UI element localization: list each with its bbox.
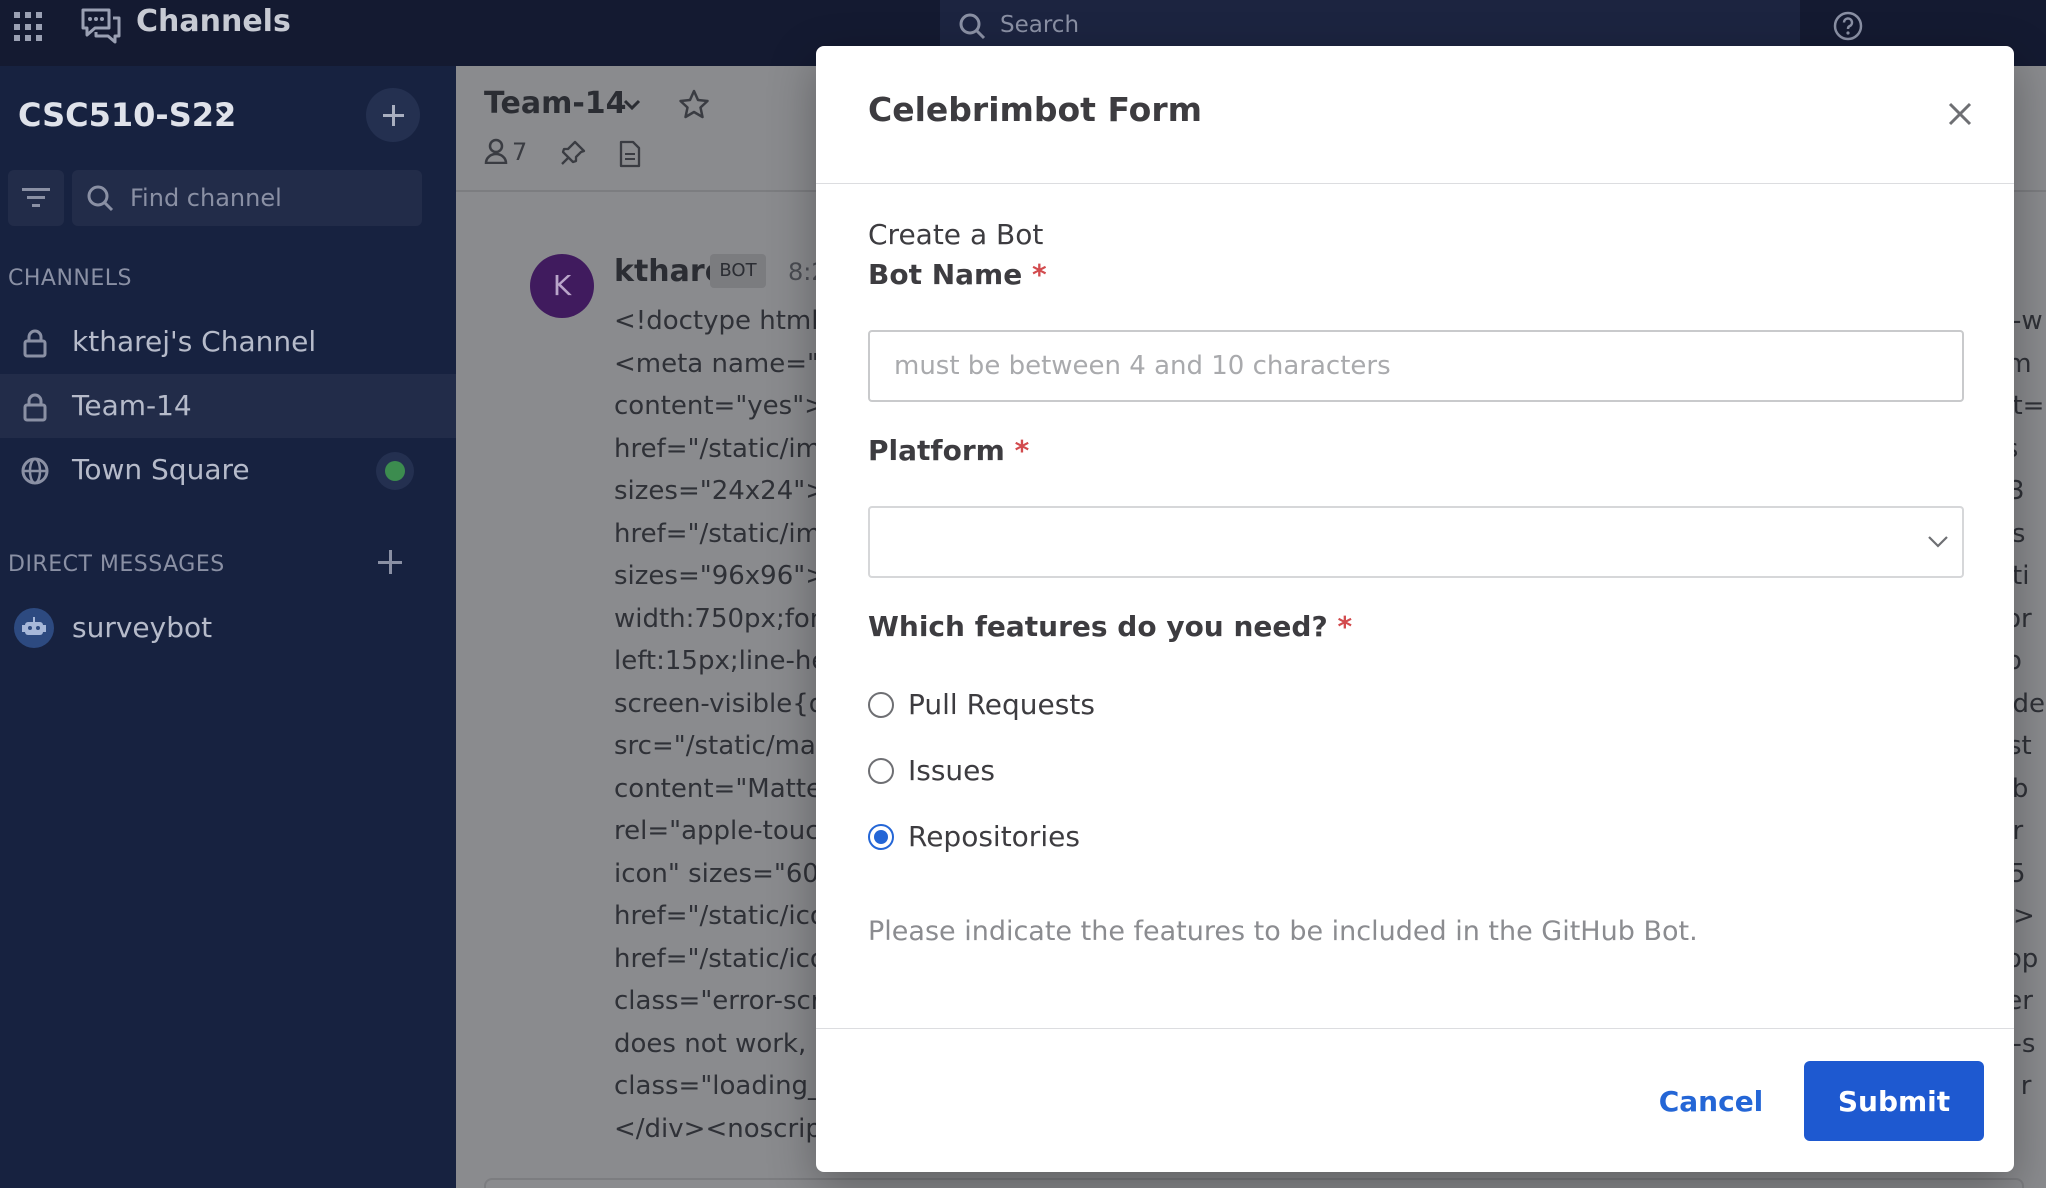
bot-name-label-text: Bot Name	[868, 258, 1023, 291]
channels-section-header[interactable]: CHANNELS	[8, 266, 132, 291]
radio-label[interactable]: Issues	[908, 754, 995, 787]
sidebar-item-label: Team-14	[72, 389, 192, 422]
online-status-badge	[376, 452, 414, 490]
message-line: class="error-scre	[614, 986, 837, 1016]
global-search-input[interactable]: Search	[940, 0, 1800, 52]
message-line: <!doctype html>	[614, 306, 841, 336]
radio-button[interactable]	[868, 758, 894, 784]
message-line: content="Matter	[614, 773, 833, 804]
lock-icon	[23, 329, 47, 358]
chevron-down-icon[interactable]	[622, 98, 642, 112]
message-line: src="/static/mai	[614, 731, 824, 761]
message-composer[interactable]	[484, 1178, 2024, 1188]
star-icon[interactable]	[678, 88, 710, 120]
avatar[interactable]: K	[530, 254, 594, 318]
bot-tag-badge: BOT	[710, 254, 766, 288]
message-line: href="/static/ima	[614, 433, 837, 464]
channel-sidebar: CSC510-S22 Find channel CHANNELS ktharej…	[0, 66, 456, 1188]
message-line: content="yes"><	[614, 391, 848, 421]
add-channel-button[interactable]	[366, 88, 420, 142]
bot-avatar-icon	[14, 608, 54, 648]
post-message-body: <!doctype html> <meta name="r content="yes…	[614, 300, 849, 1150]
message-line: href="/static/ico	[614, 943, 826, 974]
message-line: screen-visible{di	[614, 688, 833, 719]
modal-header: Celebrimbot Form	[816, 46, 2014, 184]
required-marker: *	[1337, 610, 1353, 643]
radio-label[interactable]: Pull Requests	[908, 688, 1095, 721]
sidebar-item-team-14[interactable]: Team-14	[0, 374, 456, 438]
add-direct-message-button[interactable]	[376, 548, 406, 578]
radio-button[interactable]	[868, 692, 894, 718]
features-label: Which features do you need? *	[868, 610, 1352, 643]
find-channel-input[interactable]: Find channel	[72, 170, 422, 226]
app-title: Channels	[136, 4, 291, 39]
radio-button-selected[interactable]	[868, 824, 894, 850]
search-icon	[87, 185, 114, 212]
channels-chat-icon	[81, 8, 121, 44]
close-icon[interactable]	[1938, 92, 1982, 136]
submit-button[interactable]: Submit	[1804, 1061, 1984, 1141]
message-line: sizes="96x96"><	[614, 561, 849, 591]
message-line: left:15px;line-he	[614, 646, 828, 676]
platform-label-text: Platform	[868, 434, 1005, 467]
product-menu-icon[interactable]	[14, 12, 44, 42]
sidebar-item-surveybot[interactable]: surveybot	[0, 596, 456, 660]
message-line: <meta name="r	[614, 348, 830, 379]
sidebar-item-label: Town Square	[72, 453, 250, 486]
modal-footer: Cancel Submit	[816, 1028, 2014, 1172]
channel-title[interactable]: Team-14	[484, 86, 627, 121]
search-placeholder: Search	[1000, 12, 1080, 38]
chevron-down-icon	[1928, 536, 1948, 548]
search-icon	[959, 13, 986, 40]
message-line: href="/static/ima	[614, 518, 837, 549]
message-line: class="loading__	[614, 1071, 835, 1101]
required-marker: *	[1031, 258, 1047, 291]
message-line: rel="apple-touch	[614, 816, 836, 846]
member-count[interactable]: 7	[512, 138, 527, 166]
lock-icon	[23, 393, 47, 422]
sidebar-item-town-square[interactable]: Town Square	[0, 438, 456, 502]
globe-icon	[21, 457, 49, 485]
sidebar-item-ktharejs-channel[interactable]: ktharej's Channel	[0, 310, 456, 374]
member-icon[interactable]	[484, 138, 508, 164]
filter-icon[interactable]	[8, 170, 64, 226]
sidebar-item-label: surveybot	[72, 611, 213, 644]
message-line: icon" sizes="60x	[614, 858, 835, 889]
required-marker: *	[1014, 434, 1030, 467]
find-channel-placeholder: Find channel	[130, 184, 282, 212]
radio-label[interactable]: Repositories	[908, 820, 1080, 853]
features-help-text: Please indicate the features to be inclu…	[868, 916, 1698, 947]
cancel-button[interactable]: Cancel	[1636, 1061, 1786, 1141]
message-line: width:750px;fon	[614, 603, 827, 634]
message-line: href="/static/ico	[614, 901, 826, 931]
features-label-text: Which features do you need?	[868, 610, 1328, 643]
message-line: sizes="24x24"><	[614, 476, 849, 506]
form-intro-text: Create a Bot	[868, 218, 1044, 251]
bot-name-input[interactable]	[868, 330, 1964, 402]
direct-messages-section-header[interactable]: DIRECT MESSAGES	[8, 552, 225, 577]
modal-title: Celebrimbot Form	[868, 90, 1202, 129]
chevron-down-icon[interactable]	[214, 106, 234, 120]
team-name[interactable]: CSC510-S22	[18, 96, 236, 134]
help-icon[interactable]	[1832, 10, 1864, 42]
bot-name-label: Bot Name *	[868, 258, 1047, 291]
message-line: does not work, p	[614, 1028, 832, 1059]
file-icon[interactable]	[618, 140, 642, 168]
pin-icon[interactable]	[560, 140, 586, 166]
celebrimbot-form-dialog: Celebrimbot Form Create a Bot Bot Name *…	[816, 46, 2014, 1172]
platform-label: Platform *	[868, 434, 1029, 467]
platform-select[interactable]	[868, 506, 1964, 578]
sidebar-item-label: ktharej's Channel	[72, 325, 317, 358]
message-line: </div><noscript	[614, 1113, 833, 1144]
